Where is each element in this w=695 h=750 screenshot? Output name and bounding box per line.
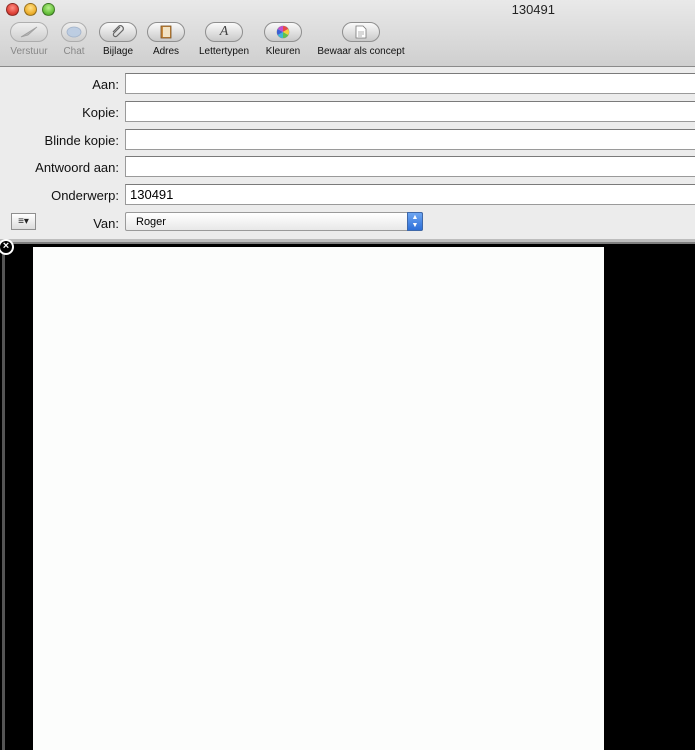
message-body-editor[interactable] xyxy=(33,247,604,750)
message-header: Aan: Kopie: Blinde kopie: Antwoord aan: … xyxy=(0,67,695,239)
bcc-field[interactable] xyxy=(125,129,695,150)
attachment-label: Bijlage xyxy=(102,46,134,57)
paperclip-icon xyxy=(99,22,137,42)
address-label: Adres xyxy=(152,46,180,57)
fonts-button[interactable]: A Lettertypen xyxy=(192,22,256,57)
fonts-label: Lettertypen xyxy=(198,46,250,57)
to-field[interactable] xyxy=(125,73,695,94)
save-draft-label: Bewaar als concept xyxy=(317,46,405,57)
cc-label: Kopie: xyxy=(82,105,119,120)
address-button[interactable]: Adres xyxy=(146,22,186,57)
bcc-label: Blinde kopie: xyxy=(44,133,119,148)
colors-label: Kleuren xyxy=(265,46,301,57)
reply-to-field[interactable] xyxy=(125,156,695,177)
draft-document-icon xyxy=(342,22,380,42)
send-button[interactable]: Verstuur xyxy=(6,22,52,57)
up-down-arrows-icon: ▲ ▼ xyxy=(407,212,423,231)
from-row: ≡▾ Van: Roger ▲ ▼ xyxy=(0,212,695,234)
toolbar: Verstuur Chat Bijlage Adres A Lettertype… xyxy=(0,22,695,62)
message-body-area xyxy=(0,244,695,750)
from-select[interactable]: Roger ▲ ▼ xyxy=(125,212,423,231)
address-book-icon xyxy=(147,22,185,42)
chat-label: Chat xyxy=(63,46,85,57)
reply-to-label: Antwoord aan: xyxy=(35,160,119,175)
font-a-icon: A xyxy=(205,22,243,42)
to-row: Aan: xyxy=(0,73,695,95)
bcc-row: Blinde kopie: xyxy=(0,129,695,151)
send-label: Verstuur xyxy=(10,46,48,57)
send-icon xyxy=(10,22,48,42)
reply-to-row: Antwoord aan: xyxy=(0,156,695,178)
chat-button[interactable]: Chat xyxy=(56,22,92,57)
subject-row: Onderwerp: 130491 xyxy=(0,184,695,206)
window-titlebar: 130491 Verstuur Chat Bijlage Adres A Let… xyxy=(0,0,695,67)
cc-row: Kopie: xyxy=(0,101,695,123)
from-value: Roger xyxy=(136,216,166,228)
save-draft-button[interactable]: Bewaar als concept xyxy=(310,22,412,57)
subject-label: Onderwerp: xyxy=(51,188,119,203)
chat-bubble-icon xyxy=(61,22,87,42)
format-menu-button[interactable]: ≡▾ xyxy=(11,213,36,230)
attachment-button[interactable]: Bijlage xyxy=(96,22,140,57)
to-label: Aan: xyxy=(92,77,119,92)
window-title: 130491 xyxy=(511,2,555,17)
cc-field[interactable] xyxy=(125,101,695,122)
color-wheel-icon xyxy=(264,22,302,42)
body-left-edge xyxy=(2,244,5,750)
subject-field[interactable]: 130491 xyxy=(125,184,695,205)
from-label: Van: xyxy=(93,216,119,231)
colors-button[interactable]: Kleuren xyxy=(262,22,304,57)
